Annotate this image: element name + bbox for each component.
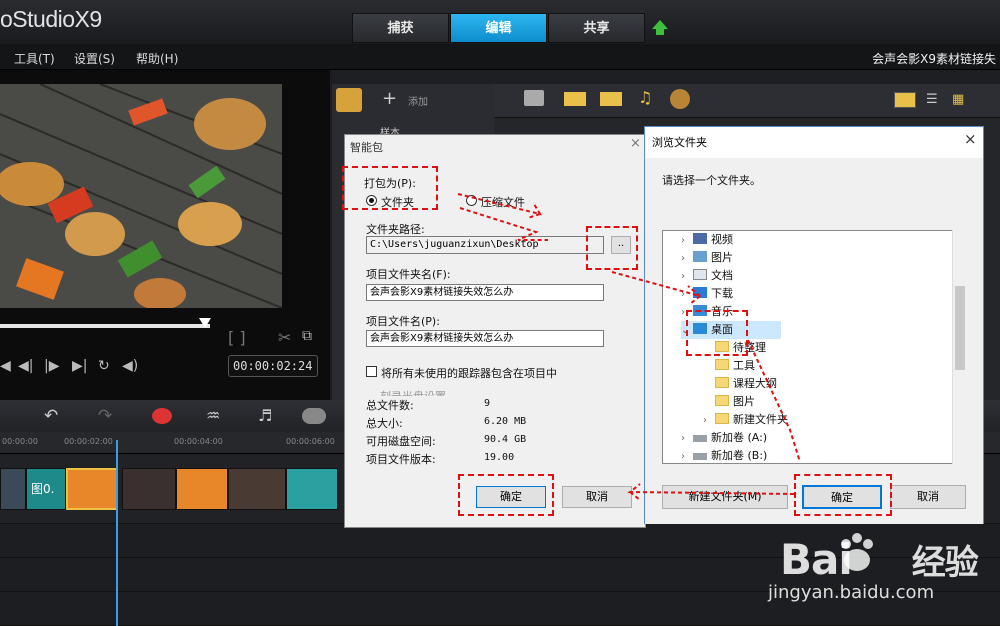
annotation-arrow-1 — [457, 193, 543, 219]
watermark-brand2: 经验 — [911, 543, 979, 583]
annotation-arrow-4 — [747, 339, 801, 463]
baidu-watermark: Bai 经验 — [780, 535, 979, 584]
watermark-url: jingyan.baidu.com — [768, 582, 935, 603]
baidu-paw-icon — [838, 532, 876, 574]
annotation-arrow-5 — [627, 483, 795, 501]
annotation-arrow-3 — [611, 271, 701, 305]
